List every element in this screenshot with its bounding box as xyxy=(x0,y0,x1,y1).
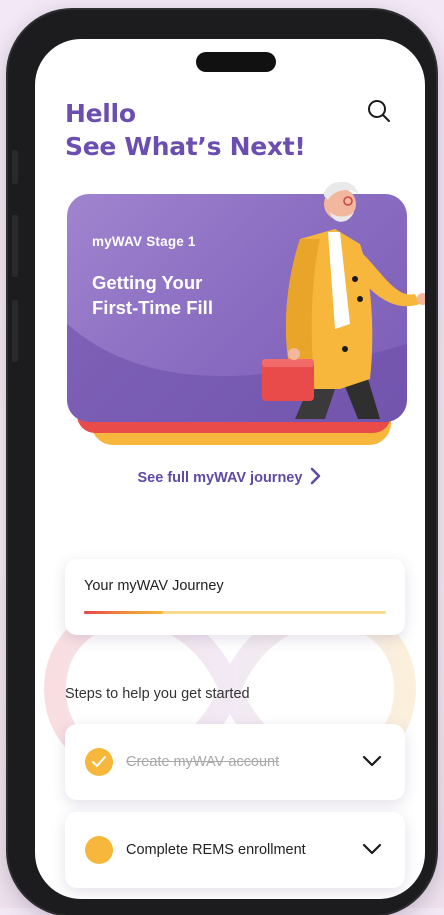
chevron-down-icon[interactable] xyxy=(362,754,382,768)
camera-notch xyxy=(196,52,276,72)
step-label: Create myWAV account xyxy=(126,754,280,770)
page-title: Hello See What’s Next! xyxy=(65,97,306,163)
phone-frame: Hello See What’s Next! myWAV Stage 1 Get… xyxy=(8,10,436,915)
journey-link-label: See full myWAV journey xyxy=(137,470,303,486)
step-item-rems-enrollment[interactable]: Complete REMS enrollment xyxy=(65,812,405,888)
chevron-down-icon[interactable] xyxy=(362,842,382,856)
journey-progress-fill xyxy=(84,611,163,614)
journey-progress-bar xyxy=(84,611,386,614)
step-label: Complete REMS enrollment xyxy=(126,842,306,858)
app-screen: Hello See What’s Next! myWAV Stage 1 Get… xyxy=(35,39,425,899)
chevron-right-icon xyxy=(311,467,321,485)
pending-status-icon xyxy=(85,836,113,864)
journey-card-title: Your myWAV Journey xyxy=(84,578,224,594)
side-button xyxy=(12,150,18,184)
steps-heading: Steps to help you get started xyxy=(65,686,250,702)
step-item-create-account[interactable]: Create myWAV account xyxy=(65,724,405,800)
person-illustration xyxy=(262,181,425,419)
stage-label: myWAV Stage 1 xyxy=(92,234,196,249)
greeting-line: Hello xyxy=(65,99,136,128)
see-full-journey-link[interactable]: See full myWAV journey xyxy=(35,467,425,486)
greeting-subtitle: See What’s Next! xyxy=(65,132,306,161)
search-icon xyxy=(368,100,390,122)
side-button xyxy=(12,215,18,277)
side-button xyxy=(12,300,18,362)
stage-title: Getting Your First-Time Fill xyxy=(92,272,213,318)
search-button[interactable] xyxy=(365,97,393,125)
check-icon xyxy=(85,748,113,776)
journey-progress-card[interactable]: Your myWAV Journey xyxy=(65,559,405,635)
